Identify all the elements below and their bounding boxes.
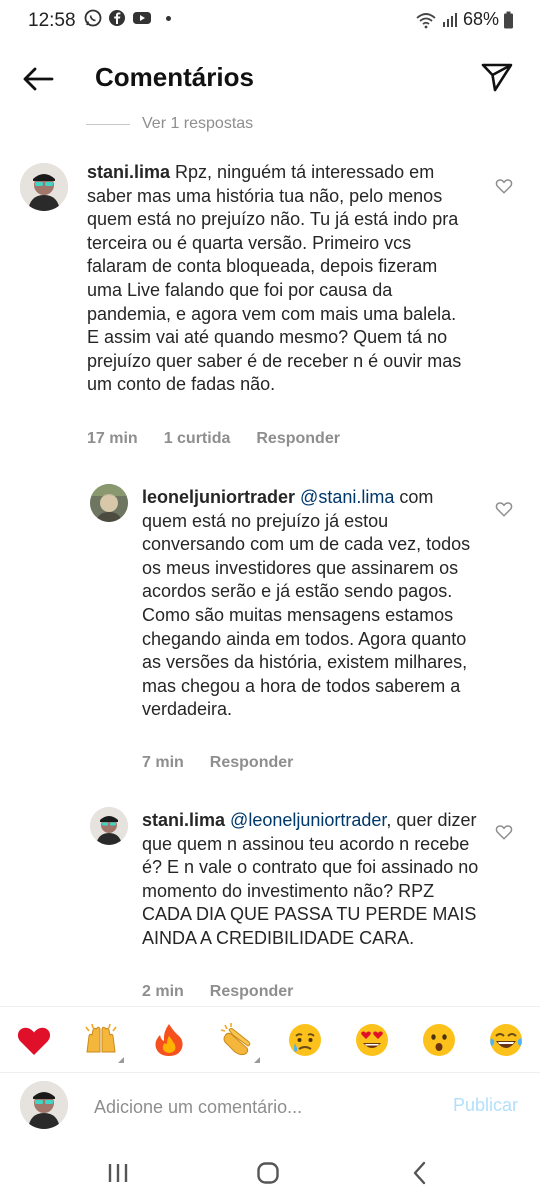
battery-icon: [504, 11, 513, 28]
comment-username[interactable]: stani.lima: [142, 810, 225, 830]
reply-button[interactable]: Responder: [256, 430, 340, 448]
comment-reply: leoneljuniortrader @stani.lima com quem …: [0, 484, 540, 784]
avatar[interactable]: [20, 163, 68, 211]
comment-content: Rpz, ninguém tá interessado em saber mas…: [87, 162, 462, 395]
comment-mention[interactable]: @leoneljuniortrader: [230, 810, 386, 830]
view-replies-label: Ver 1 respostas: [142, 115, 254, 132]
laughing-tears-icon: [490, 1024, 522, 1056]
like-heart-icon[interactable]: [495, 823, 513, 841]
comment-meta: 17 min 1 curtida Responder: [87, 430, 340, 448]
reply-button[interactable]: Responder: [210, 754, 294, 772]
comment-username[interactable]: stani.lima: [87, 162, 170, 182]
avatar[interactable]: [90, 484, 128, 522]
reply-button[interactable]: Responder: [210, 983, 294, 1001]
status-time: 12:58: [28, 10, 76, 31]
avatar[interactable]: [90, 807, 128, 845]
home-button[interactable]: [248, 1158, 288, 1188]
comment-mention[interactable]: @stani.lima: [300, 487, 394, 507]
comment-text: leoneljuniortrader @stani.lima com quem …: [142, 486, 482, 722]
emoji-crying-face-button[interactable]: [286, 1021, 324, 1059]
avatar-image: [90, 484, 128, 522]
raised-hands-icon: [85, 1023, 117, 1053]
current-user-avatar: [20, 1081, 68, 1129]
red-heart-icon: [17, 1027, 51, 1055]
comment-reply: stani.lima @leoneljuniortrader, quer diz…: [0, 807, 540, 1007]
avatar-image: [20, 163, 68, 211]
comment-username[interactable]: leoneljuniortrader: [142, 487, 295, 507]
like-heart-icon[interactable]: [495, 500, 513, 518]
page-title: Comentários: [95, 62, 254, 92]
emoji-reaction-bar: [0, 1006, 540, 1072]
recent-apps-button[interactable]: [98, 1158, 138, 1188]
header: Comentários: [0, 42, 540, 114]
comment-time: 2 min: [142, 983, 184, 1000]
comment-likes[interactable]: 1 curtida: [164, 430, 231, 448]
emoji-laughing-tears-button[interactable]: [487, 1021, 525, 1059]
status-right: 68%: [415, 9, 514, 30]
emoji-heart-button[interactable]: [15, 1021, 53, 1059]
surprised-face-icon: [423, 1024, 455, 1056]
publish-button[interactable]: Publicar: [453, 1095, 518, 1116]
emoji-surprised-face-button[interactable]: [420, 1021, 458, 1059]
comment-meta: 7 min Responder: [142, 754, 293, 772]
comment-input[interactable]: [94, 1093, 424, 1121]
share-button[interactable]: [480, 60, 514, 94]
notification-dot: [166, 15, 171, 21]
comment-content: com quem está no prejuízo já estou conve…: [142, 487, 471, 720]
whatsapp-icon: [84, 9, 102, 27]
recent-apps-icon: [108, 1164, 128, 1182]
system-back-button[interactable]: [400, 1158, 440, 1188]
crying-face-icon: [289, 1024, 321, 1056]
send-icon: [481, 63, 513, 92]
wifi-icon: [416, 12, 436, 28]
emoji-clapping-hands-button[interactable]: [218, 1021, 260, 1063]
status-app-icons: [84, 9, 171, 27]
comment-meta: 2 min Responder: [142, 983, 293, 1001]
emoji-fire-button[interactable]: [150, 1021, 188, 1059]
avatar-image: [90, 807, 128, 845]
divider-line: [86, 123, 130, 125]
comment-composer: Publicar: [0, 1072, 540, 1146]
battery-level: 68%: [462, 9, 499, 29]
skin-tone-indicator: [118, 1057, 124, 1063]
comment-time: 17 min: [87, 430, 138, 447]
comment-content: , quer dizer que quem n assinou teu acor…: [142, 810, 479, 948]
system-nav-bar: [0, 1146, 540, 1200]
back-chevron-icon: [413, 1161, 426, 1185]
skin-tone-indicator: [254, 1057, 260, 1063]
emoji-heart-eyes-button[interactable]: [353, 1021, 391, 1059]
comment-text: stani.lima @leoneljuniortrader, quer diz…: [142, 809, 482, 951]
emoji-raised-hands-button[interactable]: [82, 1021, 124, 1063]
signal-icon: [442, 12, 457, 27]
youtube-icon: [133, 12, 151, 24]
avatar-image: [20, 1081, 68, 1129]
comment: stani.lima Rpz, ninguém tá interessado e…: [0, 160, 540, 460]
fire-icon: [155, 1024, 183, 1056]
home-icon: [257, 1162, 279, 1184]
status-bar: 12:58 68%: [0, 0, 540, 42]
back-button[interactable]: [18, 62, 58, 96]
like-heart-icon[interactable]: [495, 177, 513, 195]
facebook-icon: [109, 10, 125, 26]
heart-eyes-icon: [356, 1024, 388, 1056]
clapping-hands-icon: [220, 1023, 251, 1056]
comment-time: 7 min: [142, 754, 184, 771]
back-arrow-icon: [23, 67, 54, 91]
comment-text: stani.lima Rpz, ninguém tá interessado e…: [87, 161, 467, 397]
view-replies-link[interactable]: Ver 1 respostas: [86, 114, 253, 134]
